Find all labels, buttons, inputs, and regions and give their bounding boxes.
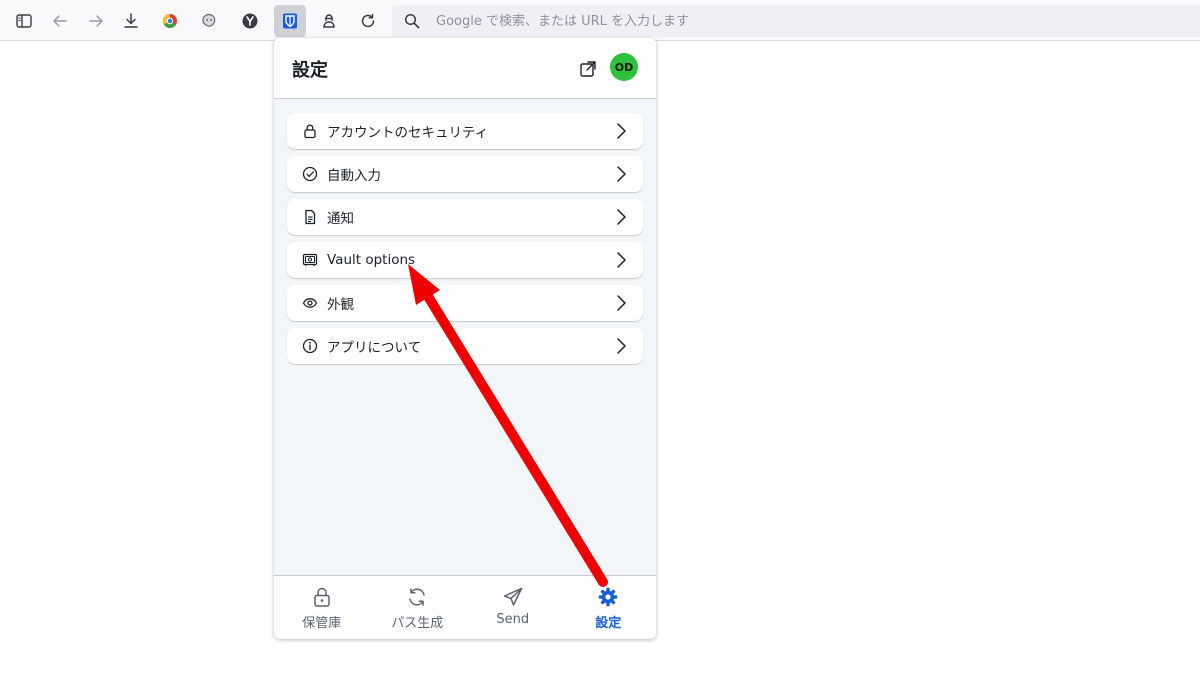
popout-icon — [580, 61, 596, 77]
lock-icon — [312, 586, 332, 608]
page-title: 設定 — [292, 60, 328, 81]
profile-extension-button[interactable] — [313, 5, 345, 37]
chrome-icon — [163, 14, 177, 28]
menu-item-about[interactable]: アプリについて — [287, 328, 643, 364]
menu-item-label: 外観 — [327, 297, 354, 313]
gear-icon — [597, 586, 619, 608]
back-button[interactable] — [44, 5, 76, 37]
arrow-left-icon — [53, 15, 67, 27]
chevron-right-icon — [617, 295, 626, 311]
url-input[interactable] — [436, 5, 1176, 37]
bitwarden-extension-button[interactable] — [274, 5, 306, 37]
tab-settings[interactable]: 設定 — [561, 576, 657, 639]
menu-item-label: アカウントのセキュリティ — [327, 125, 489, 141]
url-bar[interactable] — [392, 5, 1200, 37]
downloads-button[interactable] — [115, 5, 147, 37]
reload-icon — [361, 13, 375, 28]
reload-button[interactable] — [352, 5, 384, 37]
menu-item-label: Vault options — [327, 252, 416, 268]
menu-item-vault-options[interactable]: Vault options — [287, 242, 643, 278]
hat-person-icon — [323, 14, 335, 28]
document-icon — [301, 208, 319, 226]
avatar[interactable]: OD — [610, 53, 638, 81]
bitwarden-shield-icon — [283, 13, 297, 29]
menu-item-label: アプリについて — [327, 340, 422, 356]
chevron-right-icon — [617, 209, 626, 225]
popout-button[interactable] — [576, 57, 600, 81]
search-icon — [404, 13, 420, 29]
menu-item-label: 自動入力 — [327, 168, 381, 184]
tab-generator[interactable]: パス生成 — [370, 576, 466, 639]
refresh-icon — [406, 586, 428, 608]
puzzle-blob-icon — [202, 13, 216, 27]
bitwarden-popup: 設定 OD アカウントのセキュリティ 自動入力 通知 Vault options… — [274, 38, 656, 639]
eye-icon — [301, 294, 319, 312]
tab-send[interactable]: Send — [465, 576, 561, 639]
tab-label: 設定 — [595, 616, 622, 631]
chevron-right-icon — [617, 252, 626, 268]
arrow-right-icon — [89, 15, 103, 27]
browser-toolbar — [0, 0, 1200, 41]
bottom-nav: 保管庫 パス生成 Send 設定 — [274, 575, 656, 639]
chevron-right-icon — [617, 166, 626, 182]
sidebar-icon — [16, 14, 32, 28]
tab-label: 保管庫 — [302, 616, 342, 631]
check-circle-icon — [301, 165, 319, 183]
menu-item-account-security[interactable]: アカウントのセキュリティ — [287, 113, 643, 149]
send-icon — [502, 586, 524, 608]
chevron-right-icon — [617, 123, 626, 139]
tab-label: Send — [496, 612, 530, 627]
vault-icon — [301, 251, 319, 269]
settings-menu: アカウントのセキュリティ 自動入力 通知 Vault options 外観 アプ… — [287, 113, 643, 371]
extension-button[interactable] — [193, 5, 225, 37]
y-extension-button[interactable] — [234, 5, 266, 37]
chevron-right-icon — [617, 338, 626, 354]
info-icon — [301, 337, 319, 355]
chrome-extension-button[interactable] — [154, 5, 186, 37]
menu-item-appearance[interactable]: 外観 — [287, 285, 643, 321]
menu-item-autofill[interactable]: 自動入力 — [287, 156, 643, 192]
sidebar-toggle-button[interactable] — [8, 5, 40, 37]
tab-vault[interactable]: 保管庫 — [274, 576, 370, 639]
y-badge-icon — [242, 13, 258, 29]
download-icon — [124, 13, 138, 28]
popup-header: 設定 OD — [274, 38, 656, 99]
menu-item-notifications[interactable]: 通知 — [287, 199, 643, 235]
forward-button[interactable] — [80, 5, 112, 37]
tab-label: パス生成 — [391, 616, 444, 631]
menu-item-label: 通知 — [327, 211, 354, 227]
lock-icon — [301, 122, 319, 140]
